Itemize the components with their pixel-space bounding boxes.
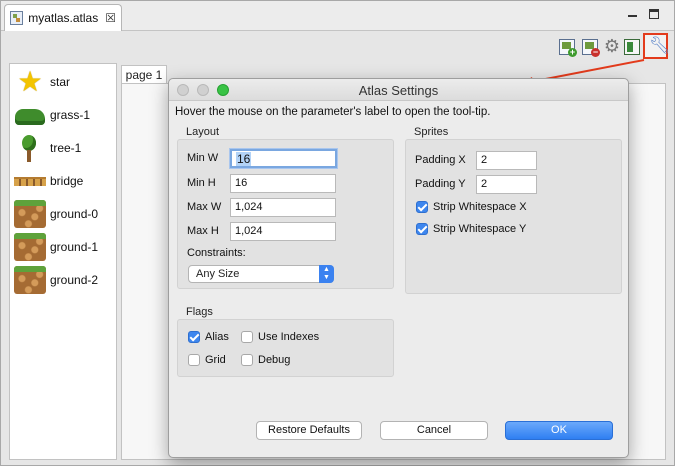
alias-checkbox[interactable]: Alias	[188, 331, 229, 343]
min-w-field[interactable]: 16	[230, 149, 337, 168]
sprite-label: star	[50, 75, 71, 89]
ok-button[interactable]: OK	[505, 421, 613, 440]
max-w-field[interactable]: 1,024	[230, 198, 336, 217]
sprite-list: ★ star grass-1 tree-1 bridge ground-0 gr…	[9, 63, 117, 460]
padding-x-label[interactable]: Padding X	[415, 154, 466, 166]
checkbox-unchecked-icon	[241, 354, 253, 366]
dialog-titlebar: Atlas Settings	[169, 79, 628, 101]
min-w-label[interactable]: Min W	[187, 152, 218, 164]
list-item[interactable]: ground-1	[14, 231, 114, 263]
dialog-title: Atlas Settings	[358, 83, 439, 98]
debug-checkbox[interactable]: Debug	[241, 354, 290, 366]
grass-icon	[14, 101, 46, 129]
alias-label: Alias	[205, 331, 229, 343]
max-h-label[interactable]: Max H	[187, 225, 219, 237]
tab-page-1[interactable]: page 1	[121, 65, 167, 84]
strip-whitespace-x-label: Strip Whitespace X	[433, 201, 527, 213]
padding-x-field[interactable]: 2	[476, 151, 537, 170]
grid-label: Grid	[205, 354, 226, 366]
ground-icon	[14, 266, 46, 294]
grid-checkbox[interactable]: Grid	[188, 354, 226, 366]
wrench-icon: 🔧︎	[649, 36, 671, 55]
max-w-label[interactable]: Max W	[187, 201, 221, 213]
flags-group-title: Flags	[186, 306, 213, 318]
checkbox-checked-icon	[188, 331, 200, 343]
restore-defaults-button[interactable]: Restore Defaults	[256, 421, 362, 440]
list-item[interactable]: tree-1	[14, 132, 114, 164]
chevron-up-down-icon: ▲ ▼	[319, 265, 334, 283]
atlas-settings-button[interactable]: 🔧︎	[643, 33, 671, 59]
constraints-select[interactable]: Any Size ▲ ▼	[188, 265, 334, 283]
padding-y-field[interactable]: 2	[476, 175, 537, 194]
flags-group	[177, 319, 394, 377]
checkbox-checked-icon	[416, 201, 428, 213]
checkbox-checked-icon	[416, 223, 428, 235]
atlas-settings-dialog: Atlas Settings Hover the mouse on the pa…	[168, 78, 629, 458]
close-tab-icon[interactable]: ☒	[105, 11, 116, 25]
editor-tab-bar: myatlas.atlas ☒	[1, 1, 674, 31]
min-w-value: 16	[236, 152, 252, 166]
sprite-label: ground-0	[50, 207, 99, 221]
list-item[interactable]: bridge	[14, 165, 114, 197]
dialog-hint: Hover the mouse on the parameter's label…	[175, 106, 491, 118]
export-icon[interactable]	[624, 39, 640, 55]
sprites-group-title: Sprites	[414, 126, 449, 138]
add-image-icon[interactable]: +	[559, 39, 577, 57]
min-h-field[interactable]: 16	[230, 174, 336, 193]
sprite-label: ground-2	[50, 273, 99, 287]
constraints-value: Any Size	[196, 268, 240, 280]
sprite-label: ground-1	[50, 240, 99, 254]
bridge-icon	[14, 167, 46, 195]
use-indexes-checkbox[interactable]: Use Indexes	[241, 331, 319, 343]
ground-icon	[14, 233, 46, 261]
strip-whitespace-x-checkbox[interactable]: Strip Whitespace X	[416, 201, 527, 213]
maximize-icon[interactable]	[649, 9, 659, 19]
minimize-icon[interactable]	[628, 9, 638, 19]
atlas-file-icon	[10, 11, 24, 25]
tree-icon	[14, 134, 46, 162]
min-h-label[interactable]: Min H	[187, 177, 216, 189]
sprite-label: grass-1	[50, 108, 91, 122]
use-indexes-label: Use Indexes	[258, 331, 320, 343]
strip-whitespace-y-label: Strip Whitespace Y	[433, 223, 527, 235]
cancel-button[interactable]: Cancel	[380, 421, 488, 440]
padding-y-label[interactable]: Padding Y	[415, 178, 466, 190]
editor-toolbar: + − ⚙ 🔧︎	[2, 32, 673, 62]
list-item[interactable]: ★ star	[14, 66, 114, 98]
layout-group-title: Layout	[186, 126, 220, 138]
list-item[interactable]: grass-1	[14, 99, 114, 131]
remove-image-icon[interactable]: −	[582, 39, 600, 57]
list-item[interactable]: ground-0	[14, 198, 114, 230]
strip-whitespace-y-checkbox[interactable]: Strip Whitespace Y	[416, 223, 526, 235]
max-h-field[interactable]: 1,024	[230, 222, 336, 241]
sprite-label: bridge	[50, 174, 84, 188]
editor-tab-title: myatlas.atlas	[28, 11, 99, 25]
debug-label: Debug	[258, 354, 291, 366]
checkbox-unchecked-icon	[188, 354, 200, 366]
ground-icon	[14, 200, 46, 228]
list-item[interactable]: ground-2	[14, 264, 114, 296]
editor-tab[interactable]: myatlas.atlas ☒	[4, 4, 122, 31]
sprite-label: tree-1	[50, 141, 82, 155]
constraints-label[interactable]: Constraints:	[187, 247, 246, 259]
checkbox-unchecked-icon	[241, 331, 253, 343]
star-icon: ★	[17, 66, 43, 97]
gear-icon[interactable]: ⚙	[603, 37, 621, 55]
